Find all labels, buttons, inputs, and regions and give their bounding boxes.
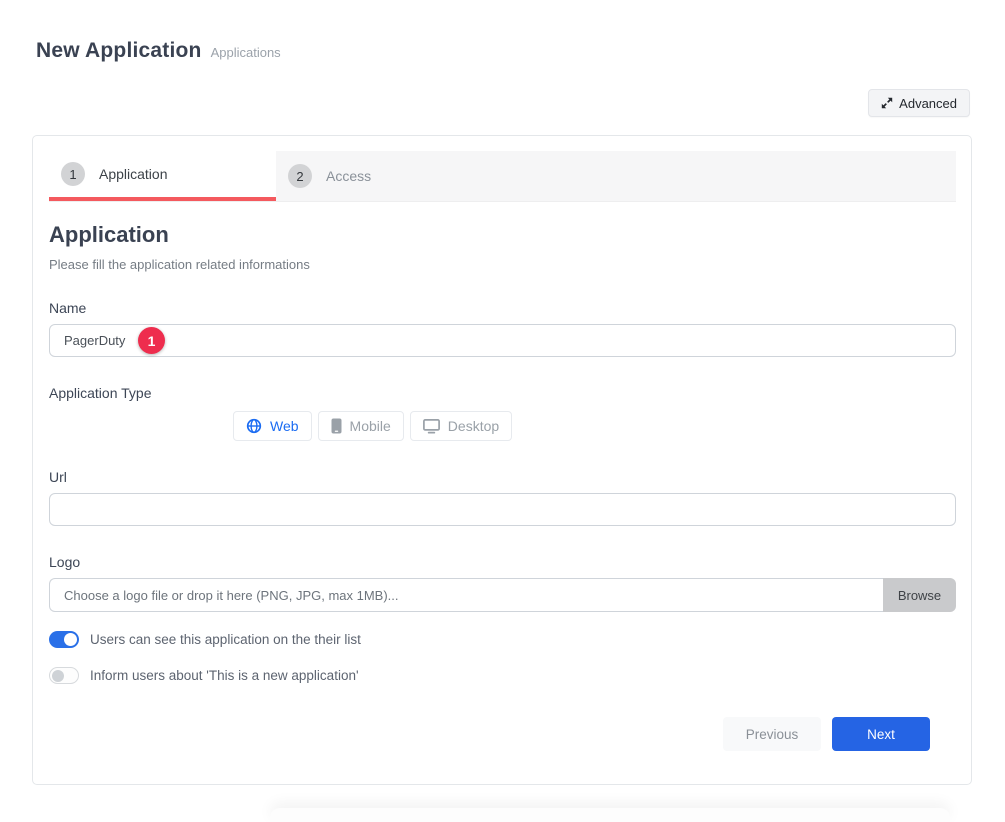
step-2-badge: 2 — [288, 164, 312, 188]
name-label: Name — [49, 300, 956, 316]
application-type-label: Application Type — [49, 385, 956, 401]
type-mobile-label: Mobile — [350, 418, 391, 434]
type-web-label: Web — [270, 418, 299, 434]
visibility-toggle[interactable] — [49, 631, 79, 648]
visibility-toggle-row: Users can see this application on the th… — [49, 631, 956, 648]
section-heading: Application — [49, 222, 956, 248]
tab-access[interactable]: 2 Access — [276, 151, 381, 201]
tab-application-label: Application — [99, 166, 168, 182]
annotation-badge-1: 1 — [138, 327, 165, 354]
section-subheading: Please fill the application related info… — [49, 257, 956, 272]
type-web-button[interactable]: Web — [233, 411, 312, 441]
inform-toggle[interactable] — [49, 667, 79, 684]
tab-application[interactable]: 1 Application — [49, 151, 276, 201]
browse-button[interactable]: Browse — [883, 578, 956, 612]
type-desktop-button[interactable]: Desktop — [410, 411, 512, 441]
wizard-tabs: 1 Application 2 Access — [49, 151, 956, 202]
inform-toggle-row: Inform users about 'This is a new applic… — [49, 667, 956, 684]
toggle-knob — [52, 670, 64, 682]
step-1-badge: 1 — [61, 162, 85, 186]
previous-button[interactable]: Previous — [723, 717, 821, 751]
logo-file-group: Choose a logo file or drop it here (PNG,… — [49, 578, 956, 612]
wizard-card: 1 Application 2 Access Application Pleas… — [32, 135, 972, 785]
advanced-button-label: Advanced — [899, 96, 957, 111]
globe-icon — [246, 418, 262, 434]
tab-access-label: Access — [326, 168, 371, 184]
visibility-toggle-label: Users can see this application on the th… — [90, 632, 361, 647]
url-label: Url — [49, 469, 956, 485]
logo-file-input[interactable]: Choose a logo file or drop it here (PNG,… — [49, 578, 883, 612]
smartphone-icon — [331, 418, 342, 434]
breadcrumb: Applications — [211, 45, 281, 60]
monitor-icon — [423, 419, 440, 434]
application-type-group: Web Mobile Desktop — [233, 411, 956, 441]
url-input[interactable] — [49, 493, 956, 526]
next-button[interactable]: Next — [832, 717, 930, 751]
type-desktop-label: Desktop — [448, 418, 499, 434]
toggle-knob — [64, 633, 77, 646]
advanced-button[interactable]: Advanced — [868, 89, 970, 117]
next-section-edge — [270, 808, 950, 822]
name-input[interactable] — [49, 324, 956, 357]
name-input-wrap: 1 — [49, 324, 956, 357]
wizard-footer: Previous Next — [49, 717, 956, 751]
page-title: New Application — [36, 39, 202, 63]
page-header: New Application Applications — [36, 39, 281, 63]
url-input-wrap — [49, 493, 956, 526]
inform-toggle-label: Inform users about 'This is a new applic… — [90, 668, 359, 683]
expand-diagonal-icon — [881, 97, 893, 109]
logo-label: Logo — [49, 554, 956, 570]
type-mobile-button[interactable]: Mobile — [318, 411, 404, 441]
